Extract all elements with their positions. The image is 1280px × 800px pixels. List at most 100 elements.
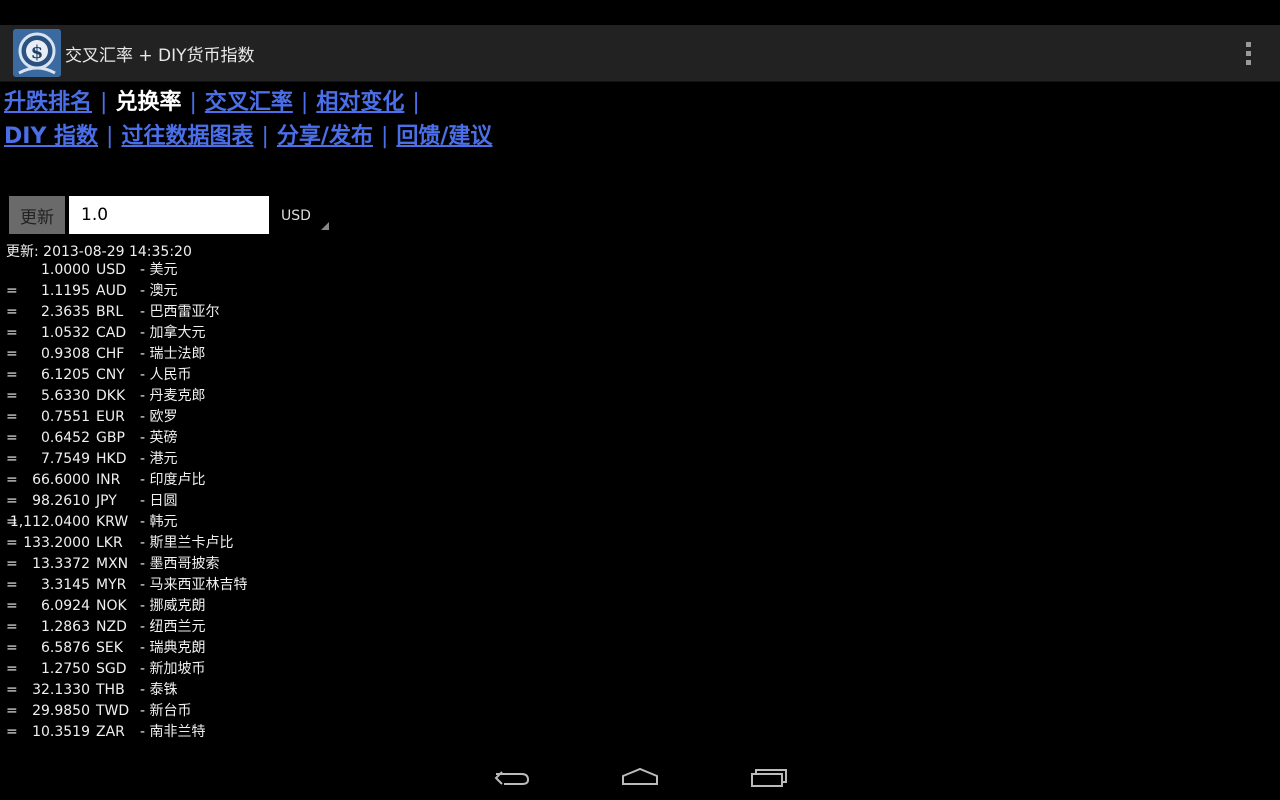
- nav-link-feedback[interactable]: 回馈/建议: [396, 124, 492, 149]
- rate-eq: =: [6, 304, 18, 320]
- rate-amount: 3.3145: [41, 577, 90, 593]
- rate-code: CHF: [96, 346, 125, 362]
- rate-eq: =: [6, 493, 18, 509]
- rate-row: = 1,112.0400 KRW - 韩元: [0, 512, 400, 533]
- currency-select[interactable]: USD: [273, 196, 331, 234]
- rate-code: EUR: [96, 409, 125, 425]
- back-icon[interactable]: [482, 760, 542, 794]
- nav-link-relative-change[interactable]: 相对变化: [316, 90, 404, 115]
- rate-row: 1.0000 USD - 美元: [0, 260, 400, 281]
- rate-amount: 7.7549: [41, 451, 90, 467]
- rate-eq: =: [6, 661, 18, 677]
- rate-amount: 1.1195: [41, 283, 90, 299]
- rate-row: = 29.9850 TWD - 新台币: [0, 701, 400, 722]
- rate-code: SGD: [96, 661, 127, 677]
- rate-amount: 133.2000: [23, 535, 90, 551]
- rate-name: - 泰铢: [140, 682, 178, 698]
- dollar-logo-icon[interactable]: $: [13, 29, 61, 77]
- rates-list: 1.0000 USD - 美元 = 1.1195 AUD - 澳元 = 2.3635 BRL - 巴…: [0, 260, 400, 743]
- rate-code: INR: [96, 472, 121, 488]
- rate-row: = 1.0532 CAD - 加拿大元: [0, 323, 400, 344]
- dropdown-triangle-icon: [321, 222, 329, 230]
- rate-row: = 6.1205 CNY - 人民币: [0, 365, 400, 386]
- rate-eq: =: [6, 472, 18, 488]
- refresh-button[interactable]: 更新: [9, 196, 65, 234]
- rate-row: = 2.3635 BRL - 巴西雷亚尔: [0, 302, 400, 323]
- rate-code: GBP: [96, 430, 125, 446]
- rate-row: = 98.2610 JPY - 日圆: [0, 491, 400, 512]
- rate-amount: 0.6452: [41, 430, 90, 446]
- rate-amount: 0.7551: [41, 409, 90, 425]
- rate-eq: =: [6, 283, 18, 299]
- rate-eq: =: [6, 388, 18, 404]
- rate-name: - 欧罗: [140, 409, 178, 425]
- nav-links: 升跌排名 | 兑换率 | 交叉汇率 | 相对变化 | DIY 指数 | 过往数据图表 | 分享/发布 |…: [4, 86, 1274, 154]
- rate-name: - 加拿大元: [140, 325, 206, 341]
- overflow-menu-icon[interactable]: [1232, 35, 1264, 71]
- rate-row: = 6.5876 SEK - 瑞典克朗: [0, 638, 400, 659]
- app-title: 交叉汇率 + DIY货币指数: [65, 46, 255, 66]
- nav-link-diy-index[interactable]: DIY 指数: [4, 124, 98, 149]
- nav-link-exchange-rate[interactable]: 兑换率: [115, 90, 181, 115]
- nav-separator: |: [100, 90, 108, 115]
- rate-row: = 32.1330 THB - 泰铢: [0, 680, 400, 701]
- nav-link-share[interactable]: 分享/发布: [277, 124, 373, 149]
- rate-row: = 7.7549 HKD - 港元: [0, 449, 400, 470]
- rate-code: MXN: [96, 556, 129, 572]
- amount-input[interactable]: [69, 196, 269, 234]
- nav-row-2: DIY 指数 | 过往数据图表 | 分享/发布 | 回馈/建议: [4, 120, 1274, 154]
- action-bar: $ 交叉汇率 + DIY货币指数: [0, 25, 1280, 82]
- rate-name: - 斯里兰卡卢比: [140, 535, 234, 551]
- rate-row: = 0.9308 CHF - 瑞士法郎: [0, 344, 400, 365]
- rate-amount: 1.0000: [41, 262, 90, 278]
- nav-separator: |: [261, 124, 269, 149]
- rate-code: NZD: [96, 619, 127, 635]
- rate-name: - 瑞典克朗: [140, 640, 206, 656]
- rate-amount: 32.1330: [32, 682, 90, 698]
- rate-name: - 韩元: [140, 514, 178, 530]
- rate-amount: 1.0532: [41, 325, 90, 341]
- rate-eq: =: [6, 409, 18, 425]
- rate-amount: 10.3519: [32, 724, 90, 740]
- status-bar: [0, 0, 1280, 25]
- rate-code: BRL: [96, 304, 124, 320]
- rate-name: - 马来西亚林吉特: [140, 577, 248, 593]
- rate-amount: 66.6000: [32, 472, 90, 488]
- rate-row: = 13.3372 MXN - 墨西哥披索: [0, 554, 400, 575]
- rate-eq: =: [6, 367, 18, 383]
- system-nav-bar: [0, 752, 1280, 800]
- home-icon[interactable]: [610, 760, 670, 794]
- recent-apps-icon[interactable]: [740, 760, 800, 794]
- nav-separator: |: [380, 124, 389, 149]
- rate-name: - 澳元: [140, 283, 178, 299]
- rate-name: - 瑞士法郎: [140, 346, 206, 362]
- rate-amount: 29.9850: [32, 703, 90, 719]
- rate-eq: =: [6, 346, 18, 362]
- updated-timestamp: 更新: 2013-08-29 14:35:20: [6, 244, 192, 260]
- rate-row: = 1.2750 SGD - 新加坡币: [0, 659, 400, 680]
- rate-amount: 6.0924: [41, 598, 90, 614]
- nav-link-cross-rate[interactable]: 交叉汇率: [205, 90, 293, 115]
- rate-amount: 1,112.0400: [9, 514, 90, 530]
- rate-row: = 3.3145 MYR - 马来西亚林吉特: [0, 575, 400, 596]
- rate-name: - 新加坡币: [140, 661, 206, 677]
- nav-link-history-chart[interactable]: 过往数据图表: [121, 124, 253, 149]
- nav-separator: |: [300, 90, 309, 115]
- nav-link-ranking[interactable]: 升跌排名: [4, 90, 92, 115]
- rate-code: MYR: [96, 577, 127, 593]
- rate-code: DKK: [96, 388, 126, 404]
- rate-eq: =: [6, 598, 18, 614]
- rate-eq: =: [6, 535, 18, 551]
- rate-eq: =: [6, 703, 18, 719]
- rate-row: = 0.6452 GBP - 英磅: [0, 428, 400, 449]
- rate-eq: =: [6, 577, 18, 593]
- rate-name: - 英磅: [140, 430, 178, 446]
- rate-code: NOK: [96, 598, 127, 614]
- rate-code: TWD: [96, 703, 130, 719]
- rate-code: CAD: [96, 325, 127, 341]
- rate-code: AUD: [96, 283, 127, 299]
- rate-name: - 人民币: [140, 367, 192, 383]
- rate-amount: 5.6330: [41, 388, 90, 404]
- rate-row: = 10.3519 ZAR - 南非兰特: [0, 722, 400, 743]
- nav-row-1: 升跌排名 | 兑换率 | 交叉汇率 | 相对变化 |: [4, 86, 1274, 120]
